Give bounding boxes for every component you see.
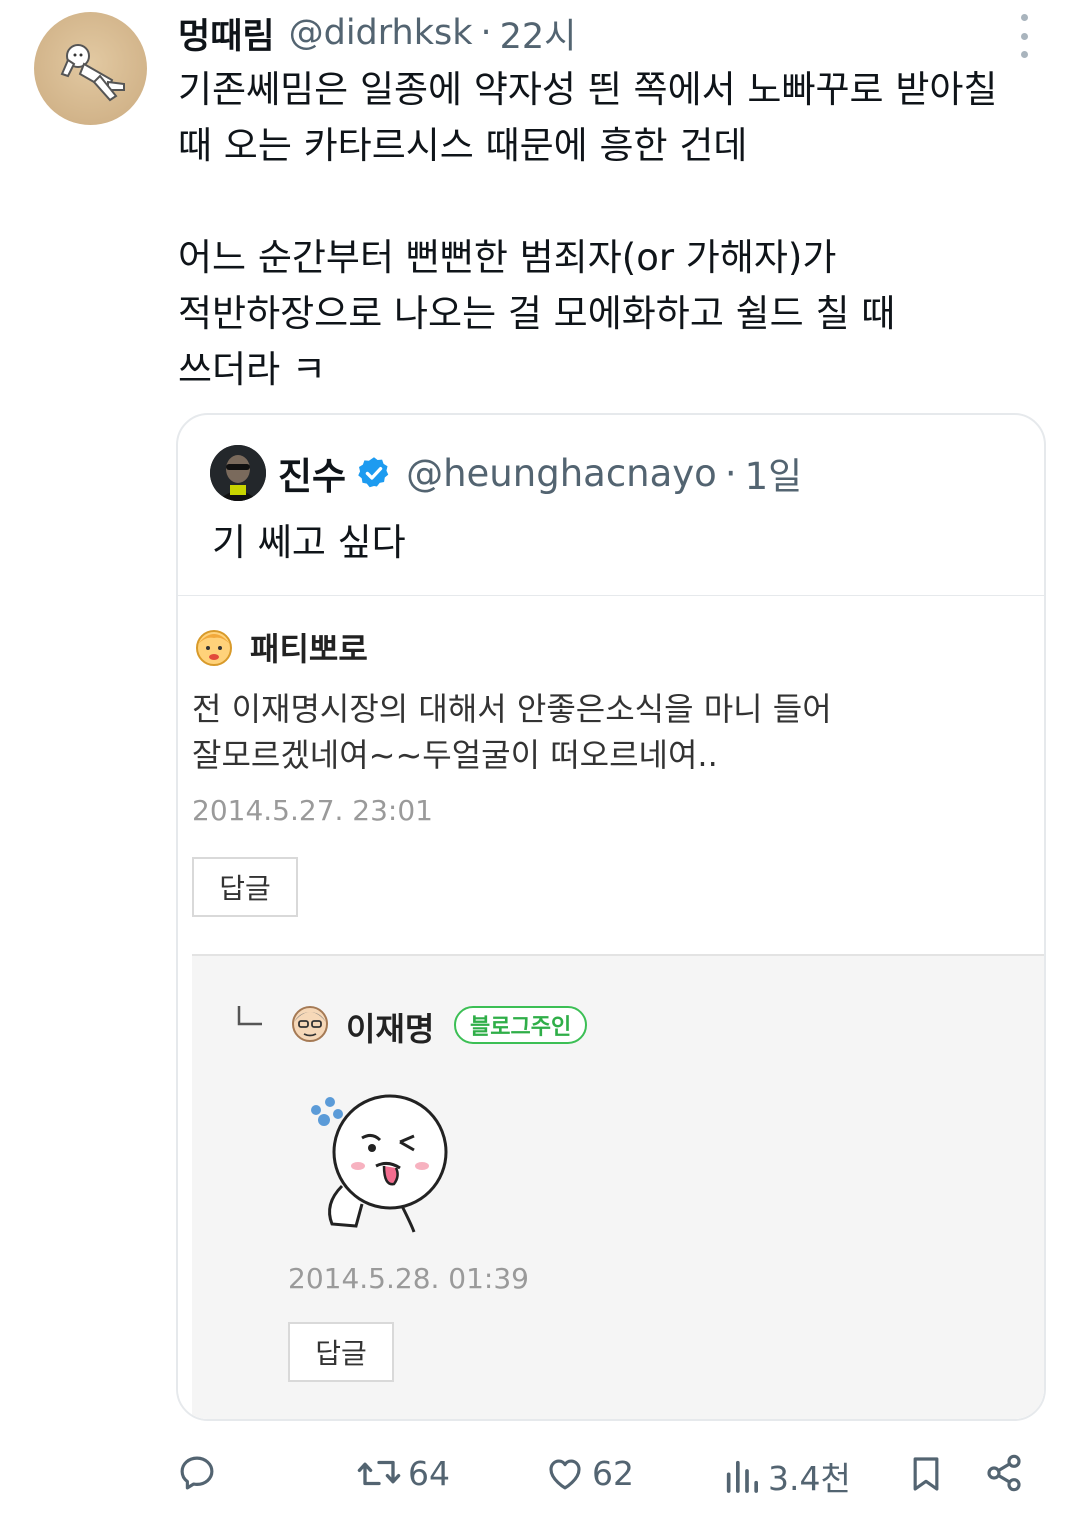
commenter-name: 패티뽀로 — [250, 630, 368, 668]
like-icon — [549, 1459, 581, 1490]
author-avatar[interactable] — [34, 12, 147, 125]
tweet-text-blank-line — [178, 174, 1058, 230]
bookmark-button[interactable] — [906, 1452, 946, 1496]
like-count: 62 — [592, 1453, 634, 1493]
comment-reply-button: 답글 — [192, 857, 298, 917]
quoted-tweet-text: 기 쎄고 싶다 — [212, 521, 406, 564]
tweet-text-line: 쓰더라 ㅋ — [178, 348, 326, 391]
quoted-author-display-name[interactable]: 진수 — [278, 446, 346, 500]
tweet-action-bar: 64 62 3.4천 — [0, 1440, 1080, 1510]
tweet-text-line: 기존쎄밈은 일종에 약자성 띈 쪽에서 노빠꾸로 받아칠 — [178, 68, 998, 111]
reply-author-avatar-icon — [292, 1006, 328, 1042]
retweet-count: 64 — [408, 1453, 450, 1493]
retweet-icon — [357, 1460, 401, 1486]
quoted-author-handle[interactable]: @heunghacnayo — [406, 452, 717, 495]
separator-dot: · — [480, 13, 492, 53]
post-time[interactable]: 22시 — [500, 8, 577, 59]
reply-comment: 이재명 블로그주인 2014.5.28. 01:39 답글 — [192, 954, 1044, 1419]
quoted-author-avatar[interactable] — [210, 445, 266, 501]
share-button[interactable] — [984, 1452, 1024, 1494]
reply-author-name: 이재명 — [346, 1010, 435, 1048]
reply-button[interactable] — [176, 1452, 224, 1494]
share-icon — [987, 1454, 1021, 1492]
separator-dot: · — [724, 451, 737, 495]
tweet-text-line: 적반하장으로 나오는 걸 모에화하고 쉴드 칠 때 — [178, 292, 896, 335]
commenter-avatar-icon — [196, 630, 232, 666]
reply-arrow-icon — [237, 1006, 262, 1026]
retweet-button[interactable]: 64 — [356, 1452, 450, 1494]
reply-icon — [180, 1456, 214, 1490]
comment-date: 2014.5.27. 23:01 — [192, 794, 433, 827]
reply-reply-button: 답글 — [288, 1322, 394, 1382]
tweet-text-line: 때 오는 카타르시스 때문에 흥한 건데 — [178, 124, 748, 167]
author-display-name[interactable]: 멍때림 — [178, 8, 275, 59]
quoted-tweet-image[interactable]: 패티뽀로 전 이재명시장의 대해서 안좋은소식을 마니 들어 잘모르겠네여~~두… — [178, 595, 1044, 1419]
author-handle[interactable]: @didrhksk — [289, 13, 473, 53]
blog-owner-badge: 블로그주인 — [454, 1006, 588, 1044]
bookmark-icon — [913, 1457, 939, 1491]
tweet-header: 멍때림 @didrhksk · 22시 — [178, 8, 1038, 58]
reply-date: 2014.5.28. 01:39 — [288, 1262, 529, 1295]
views-count: 3.4천 — [768, 1459, 851, 1498]
quoted-tweet-header: 진수 @heunghacnayo · 1일 — [210, 443, 802, 503]
views-icon — [726, 1460, 758, 1493]
comment-text-line: 전 이재명시장의 대해서 안좋은소식을 마니 들어 — [192, 690, 832, 728]
tweet-text-line: 어느 순간부터 뻔뻔한 범죄자(or 가해자)가 — [178, 236, 837, 279]
like-button[interactable]: 62 — [544, 1452, 634, 1494]
verified-badge-icon — [358, 457, 389, 488]
comment-text-line: 잘모르겠네여~~두얼굴이 떠오르네여.. — [192, 736, 718, 774]
views-button[interactable]: 3.4천 — [722, 1452, 851, 1500]
quoted-tweet[interactable]: 진수 @heunghacnayo · 1일 기 쎄고 싶다 패티뽀로 전 이재명… — [176, 413, 1046, 1421]
tweet-text: 기존쎄밈은 일종에 약자성 띈 쪽에서 노빠꾸로 받아칠 때 오는 카타르시스 … — [178, 62, 1058, 398]
tweet: 멍때림 @didrhksk · 22시 기존쎄밈은 일종에 약자성 띈 쪽에서 … — [0, 0, 1080, 1524]
quoted-post-time[interactable]: 1일 — [745, 446, 803, 500]
winking-face-sticker — [311, 1094, 448, 1233]
more-icon[interactable] — [1012, 14, 1036, 58]
comment-text: 전 이재명시장의 대해서 안좋은소식을 마니 들어 잘모르겠네여~~두얼굴이 떠… — [192, 686, 832, 778]
